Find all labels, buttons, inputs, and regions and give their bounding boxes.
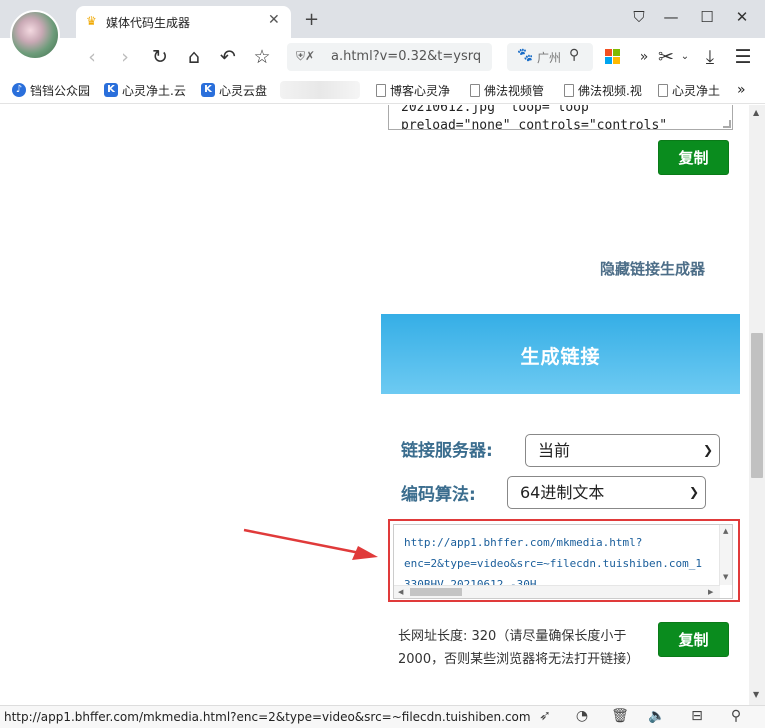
result-textarea[interactable]: http://app1.bhffer.com/mkmedia.html? enc… bbox=[393, 524, 733, 599]
maximize-icon[interactable]: ☐ bbox=[692, 8, 722, 26]
doc-icon bbox=[470, 83, 480, 97]
hide-link-generator-link[interactable]: 隐藏链接生成器 bbox=[600, 258, 705, 279]
scroll-left-icon[interactable]: ◀ bbox=[398, 588, 403, 596]
chevron-down-icon: ❯ bbox=[702, 443, 713, 457]
status-url: http://app1.bhffer.com/mkmedia.html?enc=… bbox=[4, 710, 530, 724]
bookmark-item[interactable]: 心灵净土 bbox=[658, 82, 720, 98]
rocket-icon[interactable]: ➶ bbox=[536, 708, 554, 724]
k-icon: K bbox=[201, 83, 215, 97]
k-icon: K bbox=[104, 83, 118, 97]
result-vertical-scrollbar[interactable]: ▲ ▼ bbox=[719, 525, 732, 585]
arrow-head bbox=[352, 546, 378, 560]
generate-link-label: 生成链接 bbox=[520, 346, 601, 368]
status-bar: http://app1.bhffer.com/mkmedia.html?enc=… bbox=[0, 705, 765, 728]
bookmark-item[interactable]: 佛法视频管 bbox=[470, 82, 544, 98]
forward-icon[interactable]: › bbox=[113, 45, 137, 69]
bell-icon: ♪ bbox=[12, 83, 26, 97]
bookmark-item[interactable]: 佛法视频.视 bbox=[564, 82, 642, 98]
home-icon[interactable]: ⌂ bbox=[182, 45, 206, 69]
reload-icon[interactable]: ↻ bbox=[148, 45, 172, 69]
bookmarks-bar: ♪ 铛铛公众园 K 心灵净土.云 K 心灵云盘 博客心灵净 佛法视频管 佛法视频.视 … bbox=[0, 76, 765, 104]
tab-media-code-generator[interactable]: ♛ 媒体代码生成器 ✕ bbox=[76, 6, 291, 38]
scroll-up-icon[interactable]: ▲ bbox=[753, 108, 759, 117]
apps-icon[interactable] bbox=[605, 49, 621, 65]
page-scroll-thumb[interactable] bbox=[751, 333, 763, 478]
doc-icon bbox=[658, 83, 668, 97]
bookmark-item[interactable]: 博客心灵净 bbox=[376, 82, 450, 98]
url-length-info: 长网址长度: 320（请尽量确保长度小于2000，否则某些浏览器将无法打开链接） bbox=[398, 629, 640, 667]
red-arrow-annotation bbox=[243, 528, 378, 560]
generate-link-banner[interactable]: 生成链接 bbox=[381, 314, 740, 394]
new-tab-button[interactable]: + bbox=[304, 9, 319, 30]
server-label: 链接服务器: bbox=[401, 441, 493, 461]
copy-link-button[interactable]: 复制 bbox=[658, 622, 729, 657]
arrow-shaft bbox=[243, 528, 361, 555]
browser-window: ♛ 媒体代码生成器 ✕ + ⛉ — ☐ ✕ ‹ › ↻ ⌂ ↶ ☆ ⛨✗ a.h… bbox=[0, 0, 765, 728]
zoom-icon[interactable]: ⊟ bbox=[688, 708, 706, 724]
result-highlight-box: http://app1.bhffer.com/mkmedia.html? enc… bbox=[388, 519, 740, 602]
toolbar: ‹ › ↻ ⌂ ↶ ☆ ⛨✗ a.html?v=0.32&t=ysrq 🐾 广州… bbox=[0, 38, 765, 76]
star-icon[interactable]: ☆ bbox=[250, 45, 274, 69]
search-location: 广州 bbox=[537, 51, 562, 65]
tab-strip: ♛ 媒体代码生成器 ✕ + ⛉ — ☐ ✕ bbox=[0, 0, 765, 38]
server-selected: 当前 bbox=[538, 441, 571, 460]
menu-icon[interactable]: ☰ bbox=[731, 45, 755, 69]
scroll-right-icon[interactable]: ▶ bbox=[708, 588, 713, 596]
trash-icon[interactable]: 🗑 bbox=[611, 708, 629, 724]
server-select[interactable]: 当前 ❯ bbox=[525, 434, 720, 467]
encoding-selected: 64进制文本 bbox=[520, 483, 605, 502]
minimize-icon[interactable]: — bbox=[656, 8, 686, 26]
bookmarks-more-chevron[interactable]: » bbox=[737, 82, 746, 98]
chevron-down-icon: ❯ bbox=[688, 485, 699, 499]
doc-icon bbox=[376, 83, 386, 97]
address-text[interactable]: a.html?v=0.32&t=ysrq bbox=[331, 49, 481, 64]
undo-icon[interactable]: ↶ bbox=[216, 45, 240, 69]
shirt-icon[interactable]: ⛉ bbox=[624, 8, 654, 26]
page-content: 20210612.jpg" loop="loop" preload="none"… bbox=[0, 105, 749, 705]
result-horizontal-scrollbar[interactable]: ◀ ▶ bbox=[394, 585, 720, 598]
close-icon[interactable]: ✕ bbox=[268, 12, 280, 28]
scroll-up-icon[interactable]: ▲ bbox=[723, 527, 728, 535]
window-close-icon[interactable]: ✕ bbox=[727, 8, 757, 26]
bookmark-item[interactable]: K 心灵云盘 bbox=[201, 82, 267, 98]
code-textarea[interactable]: 20210612.jpg" loop="loop" preload="none"… bbox=[388, 105, 733, 130]
doc-icon bbox=[564, 83, 574, 97]
download-icon[interactable]: ⤓ bbox=[698, 45, 722, 69]
speed-icon[interactable]: ◔ bbox=[573, 708, 591, 724]
shield-icon: ⛨✗ bbox=[296, 49, 316, 63]
search-icon[interactable]: ⚲ bbox=[727, 708, 745, 724]
volume-icon[interactable]: 🔈 bbox=[648, 708, 666, 724]
page-scrollbar[interactable]: ▲ ▼ bbox=[749, 105, 765, 705]
copy-code-button[interactable]: 复制 bbox=[658, 140, 729, 175]
avatar[interactable] bbox=[10, 10, 60, 60]
bookmark-item[interactable]: K 心灵净土.云 bbox=[104, 82, 186, 98]
crown-icon: ♛ bbox=[86, 14, 97, 28]
scroll-down-icon[interactable]: ▼ bbox=[723, 573, 728, 581]
encoding-select[interactable]: 64进制文本 ❯ bbox=[507, 476, 706, 509]
back-icon[interactable]: ‹ bbox=[80, 45, 104, 69]
tab-title: 媒体代码生成器 bbox=[106, 16, 191, 30]
search-icon[interactable]: ⚲ bbox=[569, 47, 579, 63]
scroll-thumb[interactable] bbox=[410, 588, 462, 596]
chevron-down-icon[interactable]: ⌄ bbox=[673, 45, 697, 69]
paw-icon: 🐾 bbox=[517, 48, 534, 63]
address-bar[interactable]: ⛨✗ a.html?v=0.32&t=ysrq bbox=[287, 43, 492, 71]
blurred-bookmark[interactable] bbox=[280, 81, 360, 99]
search-box[interactable]: 🐾 广州 ⚲ bbox=[507, 43, 593, 71]
bookmark-item[interactable]: ♪ 铛铛公众园 bbox=[12, 82, 90, 98]
scroll-down-icon[interactable]: ▼ bbox=[753, 690, 759, 699]
more-chevron-icon[interactable]: » bbox=[632, 45, 656, 69]
encoding-label: 编码算法: bbox=[401, 485, 476, 505]
